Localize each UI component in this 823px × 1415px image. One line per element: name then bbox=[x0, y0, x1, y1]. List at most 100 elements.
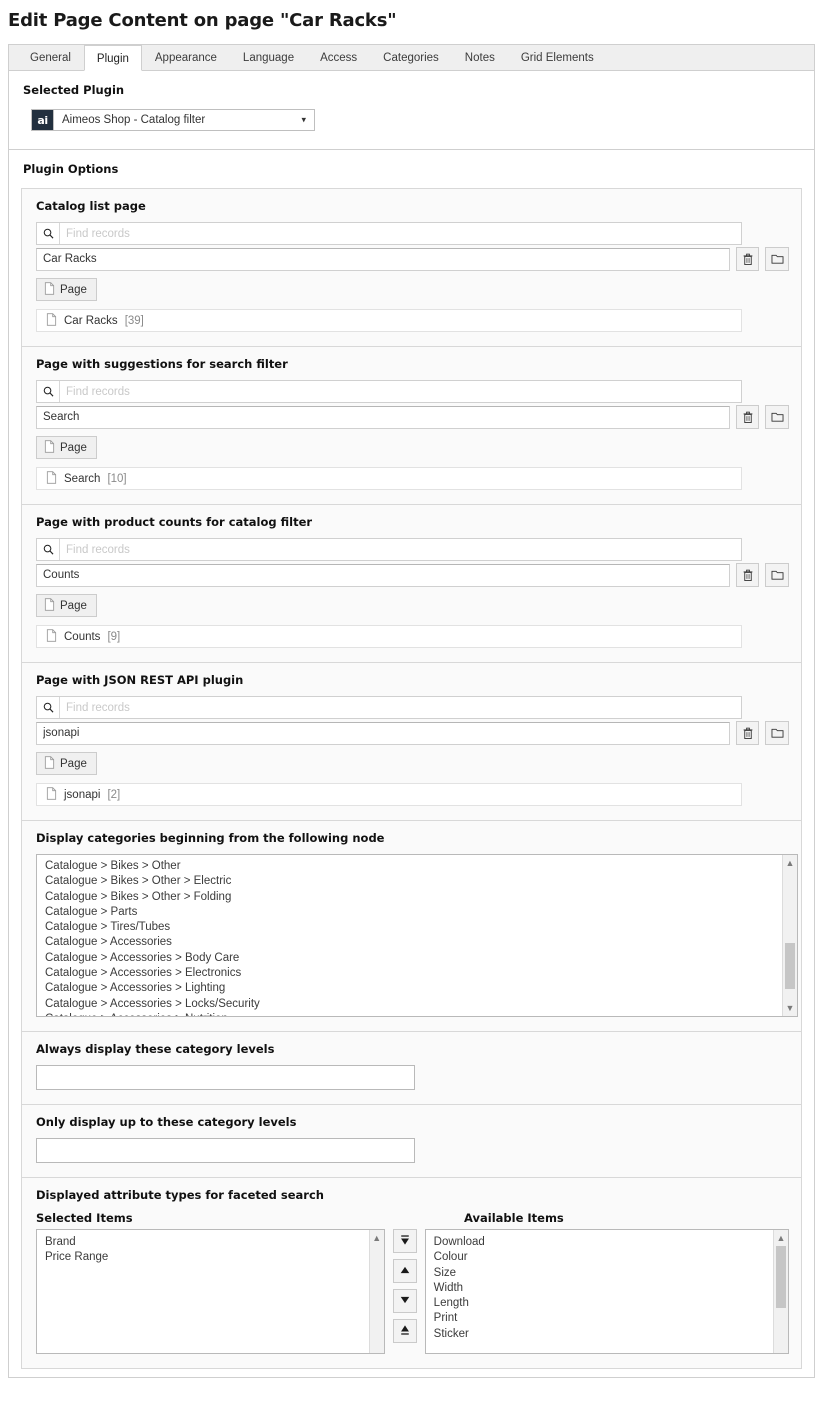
move-up-button[interactable] bbox=[392, 1259, 417, 1283]
option-section: Page with product counts for catalog fil… bbox=[21, 505, 802, 663]
search-icon[interactable] bbox=[37, 223, 60, 244]
option-label: Page with product counts for catalog fil… bbox=[36, 515, 313, 529]
available-item[interactable]: Width bbox=[434, 1281, 773, 1296]
category-option[interactable]: Catalogue > Accessories > Nutrition bbox=[45, 1012, 782, 1016]
selected-value-row bbox=[36, 563, 789, 587]
available-item[interactable]: Print bbox=[434, 1311, 773, 1326]
max-display-levels-input[interactable] bbox=[36, 1138, 415, 1163]
page-filter-button[interactable]: Page bbox=[36, 436, 97, 459]
move-to-bottom-button[interactable] bbox=[392, 1319, 417, 1343]
category-option[interactable]: Catalogue > Accessories > Locks/Security bbox=[45, 997, 782, 1012]
available-item[interactable]: Sticker bbox=[434, 1327, 773, 1342]
page-filter-button[interactable]: Page bbox=[36, 278, 97, 301]
tab-plugin[interactable]: Plugin bbox=[83, 45, 142, 71]
result-row[interactable]: Search [10] bbox=[36, 467, 742, 490]
page-filter-button[interactable]: Page bbox=[36, 752, 97, 775]
search-input[interactable] bbox=[60, 381, 741, 402]
scrollbar-thumb[interactable] bbox=[776, 1246, 786, 1308]
tab-access[interactable]: Access bbox=[307, 44, 370, 70]
delete-button[interactable] bbox=[735, 721, 760, 745]
always-display-levels-body: Always display these category levels bbox=[22, 1032, 801, 1104]
plugin-options-heading: Plugin Options bbox=[23, 162, 119, 176]
category-option[interactable]: Catalogue > Bikes > Other bbox=[45, 859, 782, 874]
available-item[interactable]: Colour bbox=[434, 1250, 773, 1265]
top-arrow-icon bbox=[399, 1234, 411, 1249]
selected-page-input[interactable] bbox=[36, 247, 730, 271]
move-buttons bbox=[392, 1229, 417, 1349]
bottom-arrow-icon bbox=[399, 1324, 411, 1339]
selected-items-list: Brand Price Range bbox=[37, 1230, 369, 1353]
up-arrow-icon bbox=[399, 1264, 411, 1279]
search-input[interactable] bbox=[60, 697, 741, 718]
result-name: jsonapi bbox=[64, 788, 101, 801]
max-display-levels-section: Only display up to these category levels bbox=[21, 1105, 802, 1178]
result-row[interactable]: Car Racks [39] bbox=[36, 309, 742, 332]
plugin-select[interactable]: Aimeos Shop - Catalog filter ▾ bbox=[53, 109, 315, 131]
search-icon[interactable] bbox=[37, 381, 60, 402]
scroll-down-icon[interactable]: ▼ bbox=[783, 1001, 797, 1015]
selected-page-input[interactable] bbox=[36, 563, 730, 587]
browse-folder-button[interactable] bbox=[765, 721, 789, 745]
option-label: Catalog list page bbox=[36, 199, 146, 213]
category-option[interactable]: Catalogue > Tires/Tubes bbox=[45, 920, 782, 935]
delete-button[interactable] bbox=[735, 247, 760, 271]
move-down-button[interactable] bbox=[392, 1289, 417, 1313]
tab-language[interactable]: Language bbox=[230, 44, 307, 70]
tab-grid-elements[interactable]: Grid Elements bbox=[508, 44, 607, 70]
result-name: Search bbox=[64, 472, 101, 485]
category-option[interactable]: Catalogue > Accessories > Lighting bbox=[45, 981, 782, 996]
category-option[interactable]: Catalogue > Accessories > Electronics bbox=[45, 966, 782, 981]
search-icon[interactable] bbox=[37, 539, 60, 560]
available-items-listbox[interactable]: Download Colour Size Width Length Print Sticke… bbox=[424, 1229, 789, 1354]
move-to-top-button[interactable] bbox=[392, 1229, 417, 1253]
selected-item[interactable]: Price Range bbox=[45, 1250, 369, 1265]
browse-folder-button[interactable] bbox=[765, 247, 789, 271]
find-records-row bbox=[36, 222, 742, 245]
selected-items-listbox[interactable]: Brand Price Range ▲ bbox=[36, 1229, 385, 1354]
scroll-up-icon[interactable]: ▲ bbox=[774, 1231, 788, 1245]
result-row[interactable]: Counts [9] bbox=[36, 625, 742, 648]
tab-categories[interactable]: Categories bbox=[370, 44, 452, 70]
tab-general[interactable]: General bbox=[17, 44, 84, 70]
category-node-section: Display categories beginning from the fo… bbox=[21, 821, 802, 1032]
available-items-scrollbar[interactable]: ▲ bbox=[773, 1230, 788, 1353]
page-filter-label: Page bbox=[60, 757, 87, 770]
page-filter-label: Page bbox=[60, 599, 87, 612]
page-filter-button[interactable]: Page bbox=[36, 594, 97, 617]
result-row[interactable]: jsonapi [2] bbox=[36, 783, 742, 806]
always-display-levels-input[interactable] bbox=[36, 1065, 415, 1090]
tab-notes[interactable]: Notes bbox=[452, 44, 508, 70]
selected-items-scrollbar[interactable]: ▲ bbox=[368, 1230, 384, 1353]
option-section: Page with suggestions for search filter P… bbox=[21, 347, 802, 505]
delete-button[interactable] bbox=[735, 563, 760, 587]
search-input[interactable] bbox=[60, 539, 741, 560]
option-section-body: Catalog list page Page Car Racks [39] bbox=[22, 189, 801, 346]
selected-page-input[interactable] bbox=[36, 721, 730, 745]
category-option[interactable]: Catalogue > Accessories > Body Care bbox=[45, 951, 782, 966]
search-icon[interactable] bbox=[37, 697, 60, 718]
browse-folder-button[interactable] bbox=[765, 563, 789, 587]
category-node-listbox[interactable]: Catalogue > Bikes > Other Catalogue > Bik… bbox=[36, 854, 798, 1017]
scroll-up-icon[interactable]: ▲ bbox=[783, 856, 797, 870]
scroll-up-icon[interactable]: ▲ bbox=[370, 1231, 384, 1245]
category-scrollbar[interactable]: ▲ ▼ bbox=[782, 855, 797, 1016]
always-display-levels-section: Always display these category levels bbox=[21, 1032, 802, 1105]
available-item[interactable]: Download bbox=[434, 1235, 773, 1250]
category-option[interactable]: Catalogue > Parts bbox=[45, 905, 782, 920]
category-option[interactable]: Catalogue > Accessories bbox=[45, 935, 782, 950]
tab-appearance[interactable]: Appearance bbox=[142, 44, 230, 70]
browse-folder-button[interactable] bbox=[765, 405, 789, 429]
file-icon bbox=[44, 281, 55, 298]
category-option[interactable]: Catalogue > Bikes > Other > Electric bbox=[45, 874, 782, 889]
selected-item[interactable]: Brand bbox=[45, 1235, 369, 1250]
available-item[interactable]: Size bbox=[434, 1266, 773, 1281]
scrollbar-thumb[interactable] bbox=[785, 943, 795, 989]
tab-bar: General Plugin Appearance Language Access Cat… bbox=[8, 44, 815, 71]
selected-page-input[interactable] bbox=[36, 405, 730, 429]
delete-button[interactable] bbox=[735, 405, 760, 429]
search-input[interactable] bbox=[60, 223, 741, 244]
category-option[interactable]: Catalogue > Bikes > Other > Folding bbox=[45, 890, 782, 905]
tab-section: General Plugin Appearance Language Access Cat… bbox=[8, 44, 815, 71]
category-option-list: Catalogue > Bikes > Other Catalogue > Bik… bbox=[37, 855, 782, 1016]
available-item[interactable]: Length bbox=[434, 1296, 773, 1311]
